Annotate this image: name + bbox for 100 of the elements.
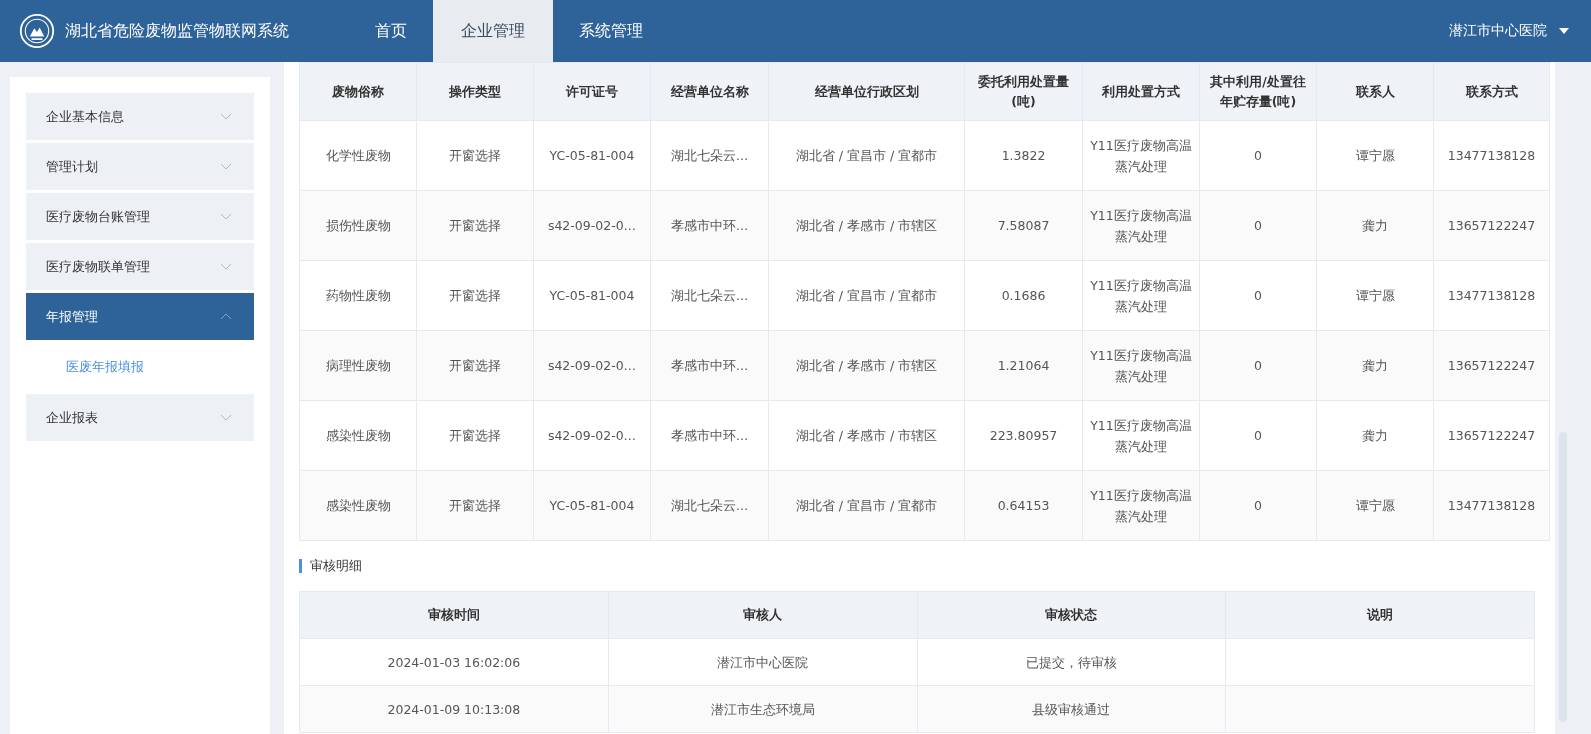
table-cell: 龚力 [1316, 190, 1434, 261]
table-cell: 孝感市中环… [650, 190, 769, 261]
table-cell: 湖北七朵云… [650, 260, 769, 331]
table-cell: Y11医疗废物高温蒸汽处理 [1082, 190, 1200, 261]
column-header: 利用处置方式 [1082, 62, 1200, 121]
table-cell: 潜江市中心医院 [608, 638, 917, 686]
sidebar-item[interactable]: 年报管理 [26, 293, 254, 340]
caret-icon [1559, 28, 1569, 34]
table-cell: s42-09-02-0… [533, 400, 651, 471]
table-cell: 0.64153 [964, 470, 1083, 541]
table-cell: 2024-01-09 10:13:08 [299, 685, 609, 733]
table-cell: 龚力 [1316, 330, 1434, 401]
column-header: 委托利用处置量(吨) [964, 62, 1083, 121]
section-title: 审核明细 [310, 557, 362, 575]
table-cell: s42-09-02-0… [533, 330, 651, 401]
table-cell: 0 [1199, 330, 1317, 401]
table-cell: 0 [1199, 120, 1317, 191]
column-header: 许可证号 [533, 62, 651, 121]
table-cell: 13657122247 [1433, 400, 1550, 471]
chevron-down-icon [220, 163, 232, 170]
nav-tab[interactable]: 首页 [349, 0, 433, 62]
column-header: 其中利用/处置往年贮存量(吨) [1199, 62, 1317, 121]
table-cell: Y11医疗废物高温蒸汽处理 [1082, 120, 1200, 191]
table-cell: 病理性废物 [299, 330, 417, 401]
table-cell: 0 [1199, 470, 1317, 541]
table-cell: 湖北省 / 宜昌市 / 宜都市 [768, 260, 965, 331]
table-cell: Y11医疗废物高温蒸汽处理 [1082, 330, 1200, 401]
table-cell: 7.58087 [964, 190, 1083, 261]
table-cell: 13477138128 [1433, 120, 1550, 191]
table-cell: 药物性废物 [299, 260, 417, 331]
table-cell: YC-05-81-004 [533, 260, 651, 331]
table-cell: 谭宁愿 [1316, 470, 1434, 541]
sidebar-item[interactable]: 医疗废物联单管理 [26, 243, 254, 290]
table-cell: 0 [1199, 400, 1317, 471]
table-cell: 1.3822 [964, 120, 1083, 191]
table-cell: 湖北省 / 孝感市 / 市辖区 [768, 330, 965, 401]
table-cell: 2024-01-03 16:02:06 [299, 638, 609, 686]
table-cell: 湖北省 / 宜昌市 / 宜都市 [768, 470, 965, 541]
table-cell: 感染性废物 [299, 400, 417, 471]
chevron-up-icon [220, 313, 232, 320]
column-header: 联系人 [1316, 62, 1434, 121]
table-cell: 孝感市中环… [650, 330, 769, 401]
table-cell: 已提交，待审核 [917, 638, 1226, 686]
table-cell: 13657122247 [1433, 330, 1550, 401]
table-cell: s42-09-02-0… [533, 190, 651, 261]
column-header: 经营单位行政区划 [768, 62, 965, 121]
table-cell: 湖北省 / 孝感市 / 市辖区 [768, 400, 965, 471]
column-header: 审核时间 [299, 591, 609, 639]
chevron-down-icon [220, 263, 232, 270]
table-cell: 感染性废物 [299, 470, 417, 541]
table-cell: 损伤性废物 [299, 190, 417, 261]
sidebar-item[interactable]: 医疗废物台账管理 [26, 193, 254, 240]
table-cell: 谭宁愿 [1316, 120, 1434, 191]
table-cell: 13657122247 [1433, 190, 1550, 261]
sidebar-item[interactable]: 管理计划 [26, 143, 254, 190]
table-cell: 湖北省 / 孝感市 / 市辖区 [768, 190, 965, 261]
system-title: 湖北省危险废物监管物联网系统 [65, 20, 289, 42]
column-header: 审核状态 [917, 591, 1226, 639]
column-header: 审核人 [608, 591, 917, 639]
nav-tab[interactable]: 企业管理 [433, 0, 553, 62]
table-cell: 湖北七朵云… [650, 120, 769, 191]
column-header: 说明 [1225, 591, 1535, 639]
table-cell: 潜江市生态环境局 [608, 685, 917, 733]
table-cell: YC-05-81-004 [533, 470, 651, 541]
emblem-logo-icon [19, 13, 55, 49]
user-menu[interactable]: 潜江市中心医院 [1443, 21, 1575, 41]
table-cell: Y11医疗废物高温蒸汽处理 [1082, 400, 1200, 471]
column-header: 废物俗称 [299, 62, 417, 121]
chevron-down-icon [220, 213, 232, 220]
table-cell: 县级审核通过 [917, 685, 1226, 733]
table-cell: 0.1686 [964, 260, 1083, 331]
chevron-down-icon [220, 414, 232, 421]
table-cell: 开窗选择 [416, 190, 534, 261]
sidebar-item[interactable]: 企业基本信息 [26, 93, 254, 140]
table-cell: 龚力 [1316, 400, 1434, 471]
table-cell: 13477138128 [1433, 470, 1550, 541]
section-marker [299, 559, 302, 573]
table-cell: 0 [1199, 260, 1317, 331]
table-cell: YC-05-81-004 [533, 120, 651, 191]
column-header: 经营单位名称 [650, 62, 769, 121]
column-header: 联系方式 [1433, 62, 1550, 121]
sidebar-item[interactable]: 企业报表 [26, 394, 254, 441]
table-cell: 223.80957 [964, 400, 1083, 471]
table-cell: 湖北省 / 宜昌市 / 宜都市 [768, 120, 965, 191]
table-cell: 1.21064 [964, 330, 1083, 401]
nav-tab[interactable]: 系统管理 [553, 0, 669, 62]
table-cell: Y11医疗废物高温蒸汽处理 [1082, 470, 1200, 541]
column-header: 操作类型 [416, 62, 534, 121]
table-cell: 谭宁愿 [1316, 260, 1434, 331]
table-cell: 开窗选择 [416, 120, 534, 191]
table-cell: 湖北七朵云… [650, 470, 769, 541]
table-cell: 13477138128 [1433, 260, 1550, 331]
table-cell: 开窗选择 [416, 330, 534, 401]
table-cell: 0 [1199, 190, 1317, 261]
table-cell: 开窗选择 [416, 400, 534, 471]
table-cell: 开窗选择 [416, 470, 534, 541]
table-cell: 开窗选择 [416, 260, 534, 331]
table-cell: Y11医疗废物高温蒸汽处理 [1082, 260, 1200, 331]
chevron-down-icon [220, 113, 232, 120]
table-cell: 化学性废物 [299, 120, 417, 191]
